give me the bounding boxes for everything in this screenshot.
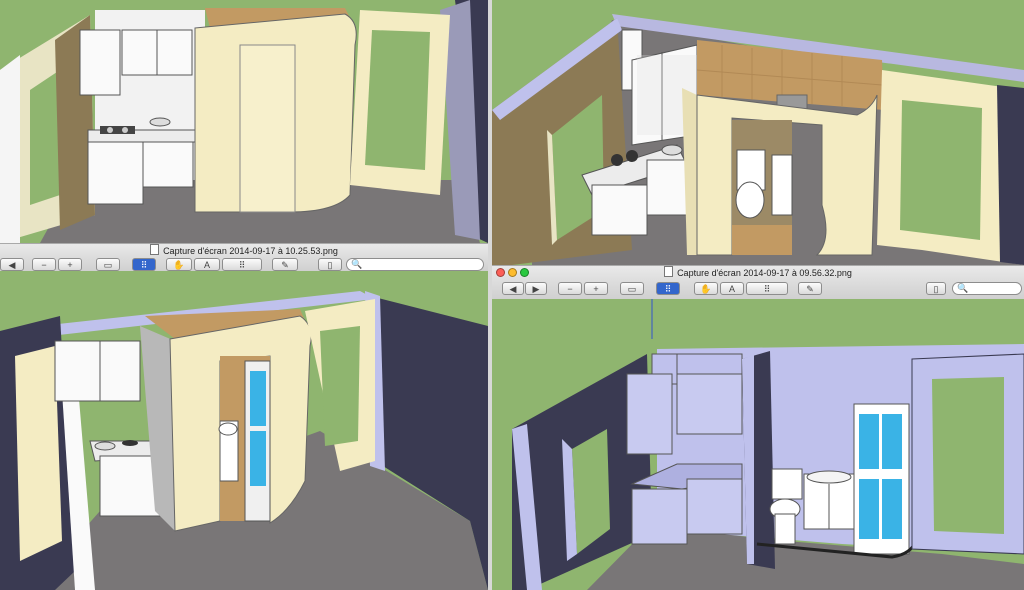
model-render-top-left	[0, 0, 488, 243]
slideshow-button[interactable]: ▭	[620, 282, 644, 295]
slideshow-button[interactable]: ▭	[96, 258, 120, 271]
minimize-button[interactable]	[508, 268, 517, 277]
toolbar-bottom-left-window: Capture d'écran 2014-09-17 à 10.25.53.pn…	[0, 243, 488, 273]
close-button[interactable]	[496, 268, 505, 277]
viewport-bottom-left[interactable]	[0, 271, 488, 590]
window-divider-vertical	[488, 0, 492, 590]
search-icon: 🔍	[351, 259, 363, 269]
document-icon	[150, 244, 160, 255]
model-render-top-right	[492, 0, 1024, 265]
zoom-in-button[interactable]: +	[58, 258, 82, 271]
viewport-bottom-right[interactable]	[492, 299, 1024, 590]
sidebar-button[interactable]: ▯	[318, 258, 342, 271]
document-icon	[664, 266, 674, 277]
model-render-bottom-right	[492, 299, 1024, 590]
toolbar-buttons: ◀ − + ▭ ⠿ ✋ A ⠿ ✎ ▯ 🔍	[0, 258, 488, 272]
zoom-out-button[interactable]: −	[32, 258, 56, 271]
share-button[interactable]: ⠿	[656, 282, 680, 295]
select-tool-button[interactable]: ⠿	[222, 258, 262, 271]
move-tool-button[interactable]: ✋	[694, 282, 718, 295]
zoom-button[interactable]	[520, 268, 529, 277]
annotate-button[interactable]: ✎	[798, 282, 822, 295]
search-field[interactable]: 🔍	[346, 258, 484, 271]
zoom-out-button[interactable]: −	[558, 282, 582, 295]
viewport-top-right[interactable]	[492, 0, 1024, 265]
model-render-bottom-left	[0, 271, 488, 590]
toolbar-top-right-window: Capture d'écran 2014-09-17 à 09.56.32.pn…	[492, 265, 1024, 301]
annotate-button[interactable]: ✎	[272, 258, 298, 271]
share-button[interactable]: ⠿	[132, 258, 156, 271]
search-icon: 🔍	[957, 283, 969, 293]
viewport-top-left[interactable]	[0, 0, 488, 243]
window-title-bar: Capture d'écran 2014-09-17 à 09.56.32.pn…	[492, 266, 1024, 280]
search-field[interactable]: 🔍	[952, 282, 1022, 295]
move-tool-button[interactable]: ✋	[166, 258, 192, 271]
text-tool-button[interactable]: A	[194, 258, 220, 271]
toolbar-buttons: ◀ ▶ − + ▭ ⠿ ✋ A ⠿ ✎ ▯ 🔍	[492, 280, 1024, 298]
zoom-in-button[interactable]: +	[584, 282, 608, 295]
next-button[interactable]: ▶	[525, 282, 547, 295]
prev-button[interactable]: ◀	[0, 258, 24, 271]
select-tool-button[interactable]: ⠿	[746, 282, 788, 295]
window-title: Capture d'écran 2014-09-17 à 10.25.53.pn…	[0, 244, 488, 258]
sidebar-button[interactable]: ▯	[926, 282, 946, 295]
prev-button[interactable]: ◀	[502, 282, 524, 295]
text-tool-button[interactable]: A	[720, 282, 744, 295]
